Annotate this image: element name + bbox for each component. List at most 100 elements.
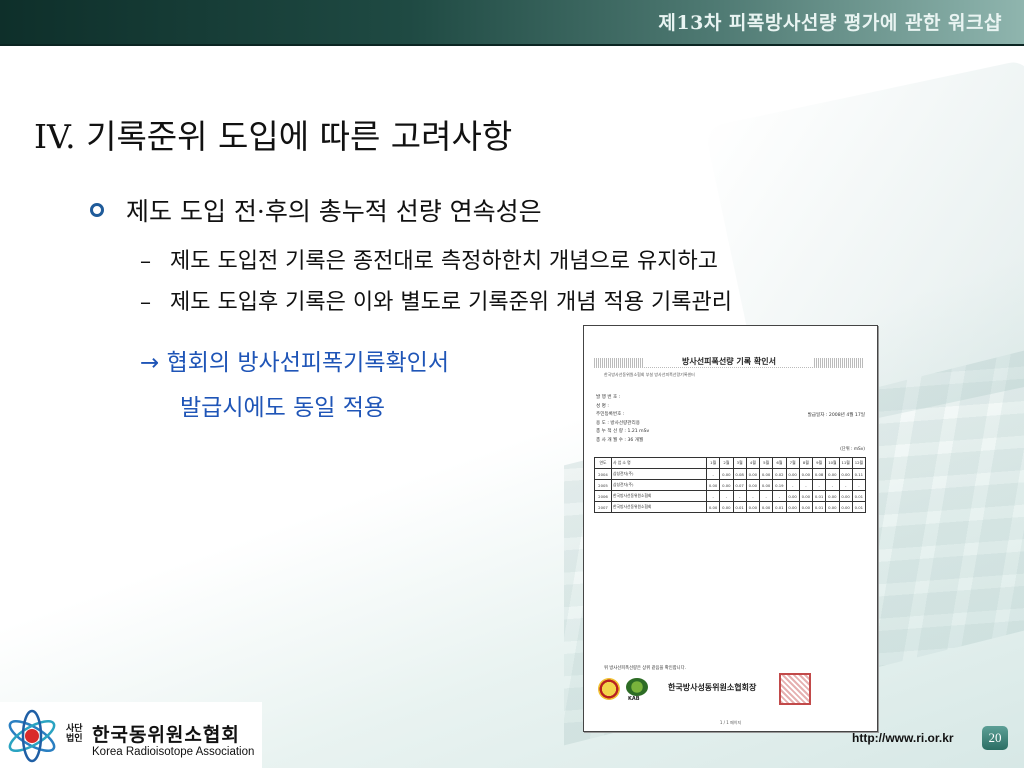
table-cell: 2005 [594, 479, 612, 491]
dash-marker: – [140, 249, 151, 274]
table-row: 2004 삼성전자(주) -0.00 0.08 0.00 0.00 0.02 0.00 0.00… [594, 468, 867, 480]
header-bar: 제13차 피폭방사선량 평가에 관한 워크샵 [0, 0, 1024, 46]
table-header-cell: 연도 [594, 457, 612, 469]
certificate-footer-note: 위 방사선피폭선량은 상위 같음을 확인합니다. [604, 666, 686, 671]
table-cell: 0.00 [798, 490, 814, 502]
certificate-issuer: 한국방사성동위원소협회장 [668, 682, 757, 692]
table-header-cell: 12월 [851, 457, 867, 469]
page-number-badge: 20 [982, 726, 1008, 750]
table-cell: 0.00 [758, 468, 774, 480]
certificate-field: 총 사 개 월 수 : 36 개월 [596, 437, 644, 443]
table-header-cell: 9월 [811, 457, 827, 469]
table-cell: 0.00 [705, 479, 721, 491]
table-cell: - [758, 490, 774, 502]
organization-logo: 사단법인 한국동위원소협회 Korea Radioisotope Associa… [0, 702, 262, 768]
table-cell: 0.08 [811, 468, 827, 480]
table-cell: 0.01 [811, 501, 827, 513]
sub-item: – 제도 도입후 기록은 이와 별도로 기록준위 개념 적용 기록관리 [140, 284, 732, 316]
table-cell: 0.00 [798, 468, 814, 480]
certificate-title: 방사선피폭선량 기록 확인서 [644, 356, 814, 367]
table-cell: 0.00 [785, 490, 800, 502]
table-cell: 한국방사선동위원소협회 [611, 501, 707, 513]
table-header-cell: 8월 [798, 457, 814, 469]
table-cell: 0.11 [851, 468, 867, 480]
sub-item-text: 제도 도입후 기록은 이와 별도로 기록준위 개념 적용 기록관리 [170, 290, 732, 315]
table-header-cell: 3월 [732, 457, 747, 469]
table-cell: 0.01 [811, 490, 827, 502]
accreditation-seal-icon [598, 678, 620, 700]
table-cell: 0.08 [732, 468, 747, 480]
table-cell: - [811, 479, 827, 491]
certificate-field: 용 도 : 방사선량관리용 [596, 420, 640, 426]
table-header-row: 연도 사 업 소 명 1월 2월 3월 4월 5월 6월 7월 8월 9월 10월 11월 12월 [594, 457, 867, 469]
table-cell: - [705, 468, 721, 480]
table-header-cell: 1월 [705, 457, 721, 469]
certificate-field: 총 누 적 선 량 : 1.21 mSv [596, 429, 650, 434]
table-cell: - [745, 490, 761, 502]
certificate-document: 방사선피폭선량 기록 확인서 한국방사선동위원소협회 부설 방사선피폭선량기록센… [583, 325, 878, 732]
table-cell: 0.00 [719, 501, 734, 513]
table-cell: 0.01 [851, 490, 867, 502]
logo-name-korean: 한국동위원소협회 [92, 724, 240, 746]
table-row: 2006 한국방사선동위원소협회 - - - - - -0.00 0.00 0.01 0.00 0.0… [594, 490, 867, 502]
table-header-cell: 11월 [838, 457, 853, 469]
arrow-note-line1: → 협회의 방사선피폭기록확인서 [140, 350, 449, 376]
table-cell: 0.00 [838, 490, 853, 502]
table-cell: 0.00 [785, 468, 800, 480]
certificate-field: 성 명 : [596, 403, 609, 409]
arrow-note-line2: 발급시에도 동일 적용 [180, 395, 386, 421]
certificate-unit: (단위 : mSv) [840, 447, 865, 452]
table-header-cell: 6월 [772, 457, 787, 469]
kab-seal-label: KAB [628, 696, 640, 702]
table-cell: 0.00 [825, 490, 840, 502]
table-cell: 0.01 [732, 501, 747, 513]
table-cell: 2006 [594, 490, 612, 502]
bullet-text: 제도 도입 전·후의 총누적 선량 연속성은 [126, 197, 542, 226]
table-cell: 한국방사선동위원소협회 [611, 490, 707, 502]
kab-seal-icon [626, 678, 648, 696]
table-cell: - [705, 490, 721, 502]
arrow-note: → 협회의 방사선피폭기록확인서 발급시에도 동일 적용 [140, 341, 449, 431]
table-cell: - [719, 490, 734, 502]
table-cell: 0.00 [825, 468, 840, 480]
certificate-field: 주민등록번호 : [596, 412, 625, 417]
table-cell: 0.01 [772, 501, 787, 513]
page-title: IV. 기록준위 도입에 따른 고려사항 [34, 117, 513, 156]
sub-item: – 제도 도입전 기록은 종전대로 측정하한치 개념으로 유지하고 [140, 243, 718, 275]
logo-name-english: Korea Radioisotope Association [92, 746, 255, 758]
table-cell: 0.00 [705, 501, 721, 513]
table-header-cell: 10월 [825, 457, 840, 469]
table-cell: 2004 [594, 468, 612, 480]
table-row: 2007 한국방사선동위원소협회 0.00 0.00 0.01 0.00 0.00 0.01 0… [594, 501, 867, 513]
table-cell: 0.02 [772, 468, 787, 480]
table-header-cell: 사 업 소 명 [611, 457, 707, 469]
official-stamp-icon [779, 673, 811, 705]
table-cell: 0.00 [745, 479, 761, 491]
certificate-field: 발 행 번 호 : [596, 395, 621, 400]
logo-prefix: 사단법인 [66, 724, 83, 744]
table-body: 2004 삼성전자(주) -0.00 0.08 0.00 0.00 0.02 0.00 0.00… [594, 468, 867, 513]
certificate-subtitle: 한국방사선동위원소협회 부설 방사선피폭선량기록센터 [604, 372, 695, 377]
table-cell: 0.00 [825, 501, 840, 513]
table-cell: 0.00 [785, 501, 800, 513]
table-cell: - [785, 479, 800, 491]
dash-marker: – [140, 290, 151, 315]
table-cell: 0.00 [798, 501, 814, 513]
certificate-issue-date: 발급일자 : 2008년 4월 17일 [807, 413, 865, 418]
certificate-page-number: 1 / 1 페이지 [719, 720, 742, 725]
table-cell: 0.19 [772, 479, 787, 491]
table-cell: - [798, 479, 814, 491]
atom-logo-icon [8, 709, 56, 763]
table-cell: - [825, 479, 840, 491]
sub-item-text: 제도 도입전 기록은 종전대로 측정하한치 개념으로 유지하고 [170, 249, 718, 274]
table-cell: 0.00 [719, 479, 734, 491]
workshop-title: 제13차 피폭방사선량 평가에 관한 워크샵 [658, 12, 1002, 34]
table-header-cell: 7월 [785, 457, 800, 469]
certificate-fields: 발 행 번 호 : 성 명 : 주민등록번호 : 용 도 : 방사선량관리용 총… [596, 394, 649, 445]
table-cell: 0.00 [838, 501, 853, 513]
main-bullet: 제도 도입 전·후의 총누적 선량 연속성은 [90, 192, 542, 228]
table-cell: 2007 [594, 501, 612, 513]
table-cell: 삼성전자(주) [611, 479, 707, 491]
table-cell: 0.07 [732, 479, 747, 491]
table-cell: - [838, 479, 853, 491]
